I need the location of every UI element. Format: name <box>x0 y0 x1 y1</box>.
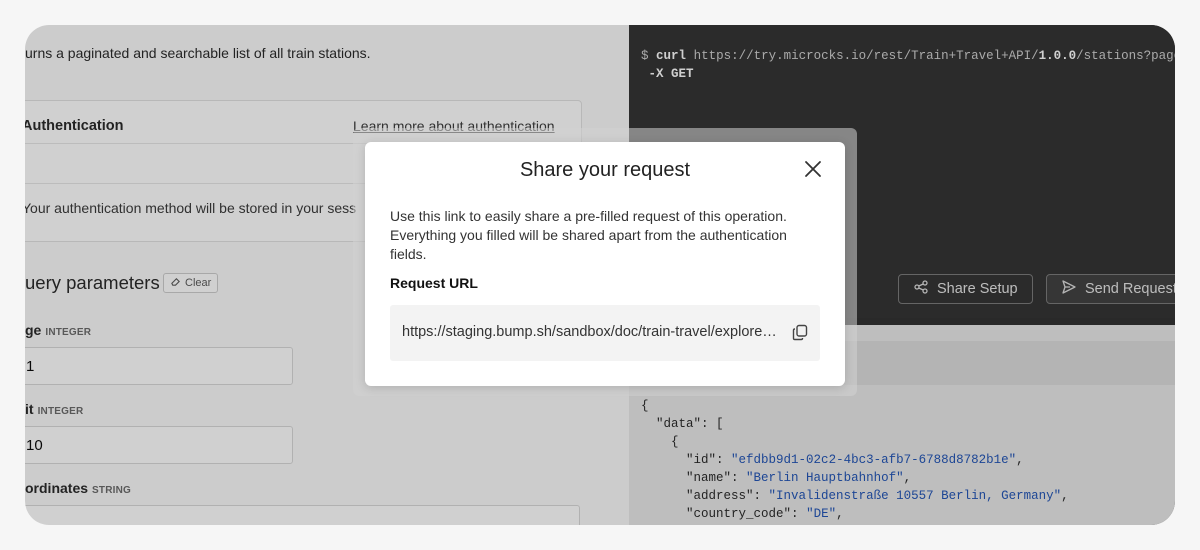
app-frame: urns a paginated and searchable list of … <box>25 25 1175 525</box>
request-url-box: https://staging.bump.sh/sandbox/doc/trai… <box>390 305 820 361</box>
copy-icon[interactable] <box>792 324 808 341</box>
close-icon[interactable] <box>803 159 823 179</box>
share-request-modal: Share your request Use this link to easi… <box>365 142 845 386</box>
modal-title: Share your request <box>519 159 691 181</box>
request-url-value[interactable]: https://staging.bump.sh/sandbox/doc/trai… <box>402 324 780 340</box>
request-url-label: Request URL <box>390 275 478 291</box>
modal-description: Use this link to easily share a pre-fill… <box>390 208 787 262</box>
